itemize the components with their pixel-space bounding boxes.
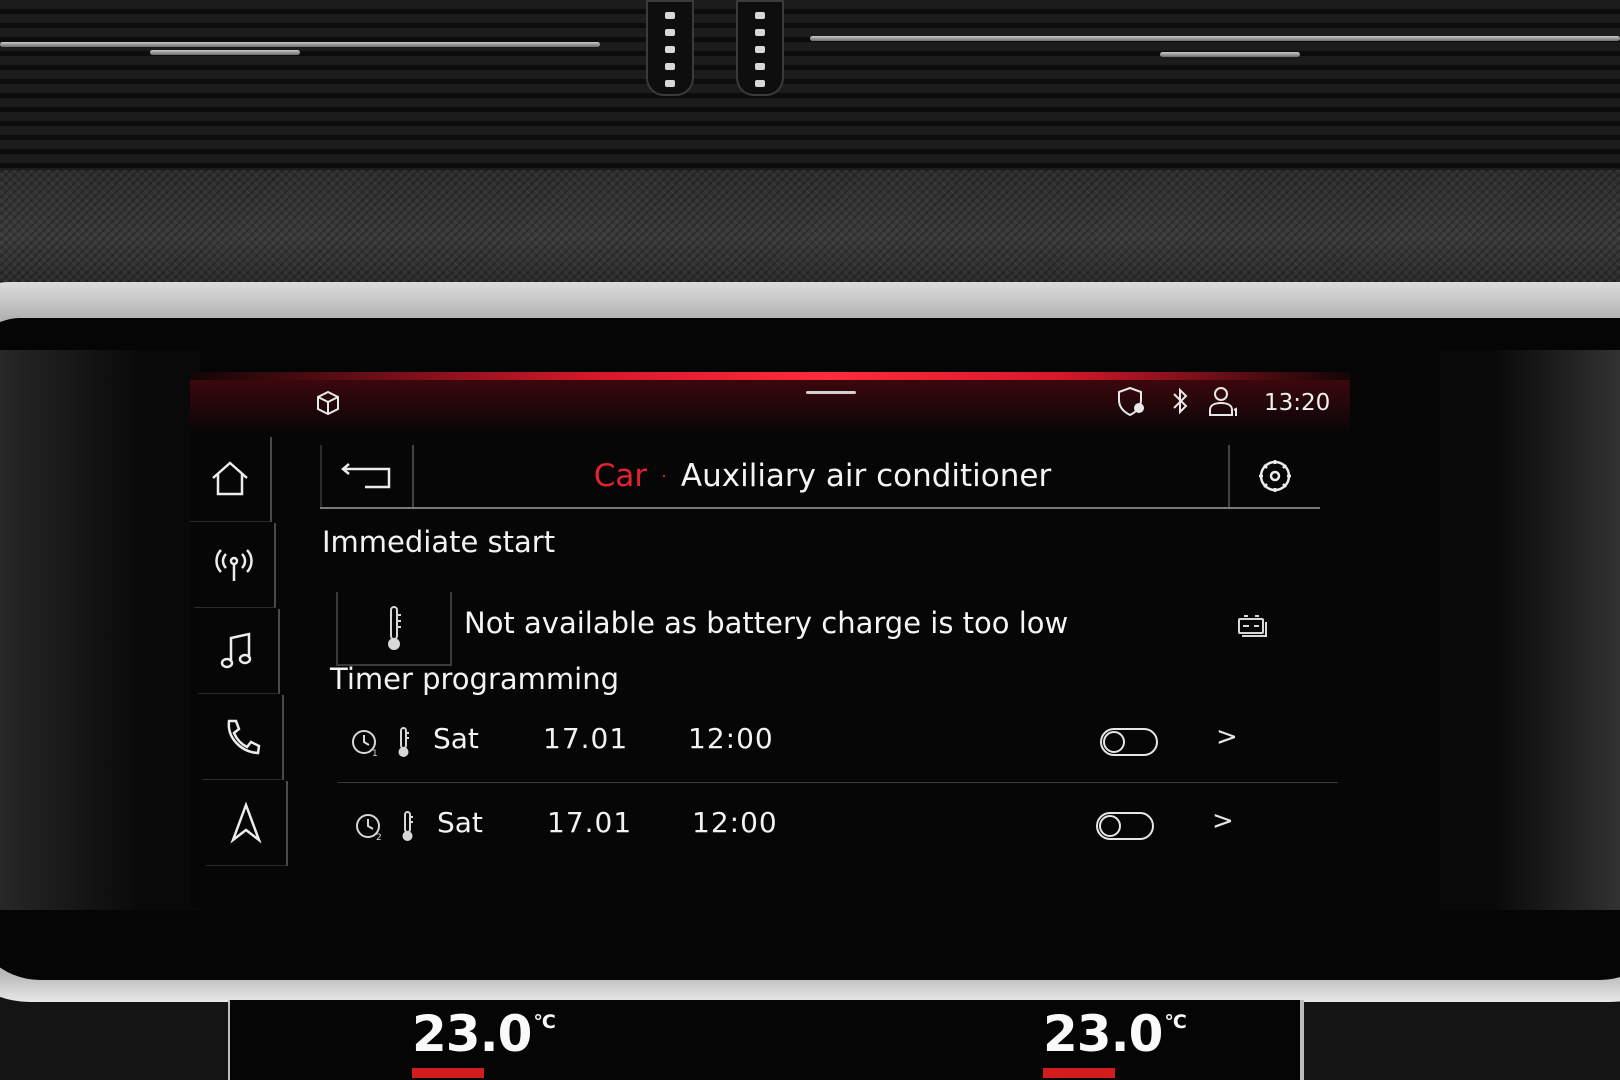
- timer-clock-1-icon: 1: [352, 727, 409, 759]
- back-arrow-icon: [341, 463, 391, 489]
- temp-unit: °C: [1164, 1011, 1186, 1033]
- nav-item-phone[interactable]: [202, 695, 284, 780]
- nav-item-home[interactable]: [190, 437, 272, 522]
- timer-time: 12:00: [692, 806, 778, 839]
- vent-adjuster-right: [736, 0, 784, 96]
- page-title: Auxiliary air conditioner: [680, 458, 1052, 494]
- breadcrumb-separator: ·: [661, 465, 667, 487]
- breadcrumb: Car · Auxiliary air conditioner: [420, 445, 1225, 507]
- phone-icon: [227, 719, 261, 755]
- dashboard-trim: [0, 170, 1620, 285]
- navigation-arrow-icon: [230, 802, 262, 844]
- timer-day: Sat: [433, 722, 479, 755]
- mmi-screen: 13:20 Car · Auxiliary air conditioner Im…: [190, 372, 1350, 907]
- nav-item-music[interactable]: [198, 609, 280, 694]
- radio-antenna-icon: [215, 549, 253, 581]
- svg-text:1: 1: [372, 749, 378, 759]
- timer-date: 17.01: [543, 722, 629, 755]
- temp-unit: °C: [533, 1011, 555, 1033]
- timer-day: Sat: [437, 806, 483, 839]
- right-temperature-value: 23.0: [1043, 1005, 1163, 1063]
- status-clock: 13:20: [1264, 390, 1331, 416]
- breadcrumb-parent[interactable]: Car: [594, 458, 647, 494]
- immediate-start-row[interactable]: Not available as battery charge is too l…: [336, 592, 1286, 666]
- home-icon: [212, 461, 248, 496]
- cube-icon[interactable]: [315, 390, 341, 416]
- timer-clock-2-icon: 2: [356, 811, 413, 843]
- timer-time: 12:00: [688, 722, 774, 755]
- thermometer-icon: [388, 606, 401, 650]
- air-vents: [0, 0, 1620, 170]
- page-header: Car · Auxiliary air conditioner: [320, 445, 1320, 509]
- drawer-handle[interactable]: [806, 391, 856, 394]
- left-temp-indicator: [412, 1068, 484, 1078]
- timer-2-toggle[interactable]: [1096, 812, 1154, 840]
- nav-item-radio[interactable]: [194, 523, 276, 608]
- immediate-start-heading: Immediate start: [322, 525, 556, 559]
- user-profile-icon[interactable]: [1208, 386, 1238, 418]
- timer-1-details-chevron-icon[interactable]: >: [1216, 722, 1238, 752]
- battery-warning-text: Not available as battery charge is too l…: [464, 606, 1069, 640]
- right-temperature[interactable]: 23.0 °C: [1043, 1005, 1187, 1063]
- gear-icon: [1259, 460, 1291, 492]
- shield-location-icon[interactable]: [1117, 386, 1147, 418]
- back-button[interactable]: [320, 445, 414, 507]
- right-temp-indicator: [1043, 1068, 1115, 1078]
- left-temperature[interactable]: 23.0 °C: [412, 1005, 556, 1063]
- timer-1-toggle[interactable]: [1100, 728, 1158, 756]
- immediate-start-button[interactable]: [336, 592, 452, 666]
- timer-row-2[interactable]: 2 Sat 17.01 12:00 >: [342, 786, 1342, 866]
- vent-adjuster-left: [646, 0, 694, 96]
- timer-programming-heading: Timer programming: [330, 662, 619, 696]
- settings-button[interactable]: [1228, 445, 1320, 507]
- side-navigation: [190, 437, 288, 877]
- left-temperature-value: 23.0: [412, 1005, 532, 1063]
- timer-row-1[interactable]: 1 Sat 17.01 12:00 >: [338, 702, 1338, 783]
- timer-2-details-chevron-icon[interactable]: >: [1212, 806, 1234, 836]
- music-note-icon: [220, 632, 252, 669]
- battery-low-icon: [1238, 615, 1267, 637]
- status-bar: 13:20: [190, 372, 1350, 427]
- bluetooth-icon[interactable]: [1170, 386, 1190, 416]
- nav-item-navigation[interactable]: [206, 781, 288, 866]
- timer-date: 17.01: [547, 806, 633, 839]
- svg-text:2: 2: [376, 833, 382, 843]
